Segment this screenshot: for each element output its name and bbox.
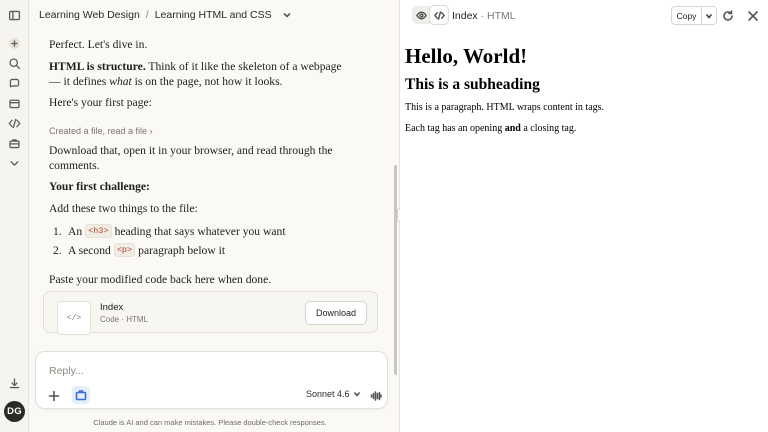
preview-eye-icon[interactable]	[412, 6, 430, 24]
reply-composer: Reply... Sonnet 4.6	[35, 351, 388, 409]
inline-code: <h3>	[85, 224, 112, 238]
list-text: paragraph below it	[138, 243, 226, 257]
message-paragraph: Your first challenge:	[49, 180, 349, 195]
artifact-preview-panel: Index · HTML Copy Hello, World! This is …	[400, 0, 768, 432]
message-text: is on the page, not how it looks.	[131, 74, 283, 88]
breadcrumb: Learning Web Design / Learning HTML and …	[29, 0, 399, 30]
voice-mode-icon[interactable]	[370, 389, 382, 407]
preview-title-type: HTML	[487, 10, 516, 22]
chevron-right-icon: ›	[149, 126, 153, 136]
download-app-icon[interactable]	[7, 376, 22, 391]
model-selector[interactable]: Sonnet 4.6	[306, 389, 361, 399]
avatar[interactable]: DG	[4, 401, 25, 422]
close-icon[interactable]	[747, 9, 759, 21]
disclaimer: Claude is AI and can make mistakes. Plea…	[93, 418, 327, 427]
artifacts-icon[interactable]	[7, 136, 22, 151]
doc-heading-2: This is a subheading	[405, 76, 540, 93]
reply-input[interactable]: Reply...	[49, 365, 84, 377]
list-item: 1. An <h3> heading that says whatever yo…	[53, 224, 353, 238]
chat-panel: Learning Web Design / Learning HTML and …	[29, 0, 399, 432]
list-number: 1.	[53, 224, 62, 238]
copy-options-chevron-icon[interactable]	[702, 7, 716, 24]
copy-button-group: Copy	[671, 6, 717, 25]
sidebar-toggle-icon[interactable]	[7, 8, 22, 23]
chevron-down-icon[interactable]	[282, 10, 292, 20]
list-text: heading that says whatever you want	[114, 224, 286, 238]
preview-title: Index · HTML	[452, 10, 516, 22]
view-toggle	[412, 6, 448, 24]
chats-icon[interactable]	[7, 76, 22, 91]
preview-title-name: Index	[452, 10, 478, 22]
briefcase-icon	[75, 390, 87, 401]
artifact-subtitle: Code · HTML	[100, 315, 149, 324]
doc-paragraph: This is a paragraph. HTML wraps content …	[405, 102, 605, 113]
doc-text: Each tag has an opening	[405, 123, 505, 134]
message-paragraph: Perfect. Let's dive in.	[49, 38, 148, 51]
message-paragraph: Download that, open it in your browser, …	[49, 144, 333, 172]
list-text: An	[68, 224, 83, 238]
preview-toolbar: Index · HTML Copy	[400, 0, 768, 30]
download-button[interactable]: Download	[304, 301, 367, 325]
message-bold: Your first challenge:	[49, 180, 150, 193]
list-number: 2.	[53, 243, 62, 257]
code-view-icon[interactable]	[430, 6, 448, 24]
message-bold: HTML is structure.	[49, 60, 146, 73]
tool-use-summary[interactable]: Created a file, read a file ›	[49, 126, 153, 136]
list-item: 2. A second <p> paragraph below it	[53, 243, 353, 257]
message-emphasis: what	[109, 74, 132, 88]
preview-title-separator: ·	[477, 10, 488, 22]
model-name: Sonnet 4.6	[306, 389, 350, 399]
code-icon[interactable]	[7, 116, 22, 131]
left-rail: DG	[0, 0, 29, 432]
numbered-list: 1. An <h3> heading that says whatever yo…	[53, 224, 353, 257]
message-paragraph: HTML is structure. Think of it like the …	[49, 60, 349, 89]
tool-use-label: Created a file, read a file	[49, 126, 148, 136]
doc-heading-1: Hello, World!	[405, 44, 528, 68]
chevron-down-icon	[353, 391, 360, 397]
plus-icon[interactable]	[48, 389, 60, 402]
refresh-icon[interactable]	[722, 9, 734, 21]
chat-scrollbar[interactable]	[394, 165, 397, 375]
projects-icon[interactable]	[7, 96, 22, 111]
search-icon[interactable]	[7, 56, 22, 71]
doc-paragraph: Each tag has an opening and a closing ta…	[405, 123, 604, 135]
more-chevron-icon[interactable]	[7, 156, 22, 171]
message-paragraph: Paste your modified code back here when …	[49, 273, 272, 286]
message-paragraph: Add these two things to the file:	[49, 202, 198, 215]
rendered-document: Hello, World! This is a subheading This …	[405, 44, 604, 144]
breadcrumb-separator: /	[145, 9, 149, 21]
new-chat-icon[interactable]	[7, 36, 22, 51]
breadcrumb-project[interactable]: Learning Web Design	[39, 9, 140, 21]
tools-button[interactable]	[72, 386, 90, 404]
message-paragraph: Here's your first page:	[49, 96, 152, 109]
breadcrumb-chat-title[interactable]: Learning HTML and CSS	[155, 9, 272, 21]
inline-code: <p>	[113, 243, 136, 257]
artifact-card[interactable]: </> Index Code · HTML Download	[43, 291, 378, 335]
copy-button[interactable]: Copy	[672, 7, 702, 24]
list-text: A second	[68, 243, 111, 257]
doc-bold: and	[504, 123, 521, 134]
artifact-title: Index	[100, 302, 124, 313]
code-file-icon: </>	[57, 301, 91, 335]
doc-text: a closing tag.	[520, 123, 577, 134]
